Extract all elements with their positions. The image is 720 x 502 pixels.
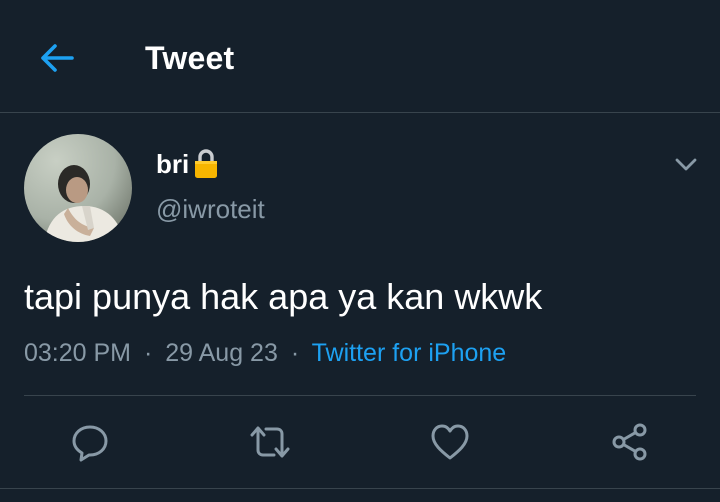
like-button[interactable] — [426, 418, 474, 466]
tweet-source-link[interactable]: Twitter for iPhone — [312, 339, 507, 367]
chevron-down-icon — [675, 158, 697, 171]
tweet-menu-button[interactable] — [670, 148, 702, 180]
divider — [0, 488, 720, 489]
back-button[interactable] — [34, 38, 78, 78]
avatar[interactable] — [24, 134, 132, 242]
arrow-left-icon — [41, 44, 74, 72]
page-title: Tweet — [145, 40, 235, 76]
reply-icon — [72, 425, 108, 462]
share-button[interactable] — [606, 418, 654, 466]
author-display-name[interactable]: bri — [156, 149, 189, 180]
meta-separator: · — [290, 339, 300, 367]
heart-icon — [431, 424, 469, 460]
meta-separator: · — [143, 339, 153, 367]
tweet-text: tapi punya hak apa ya kan wkwk — [24, 276, 543, 317]
retweet-icon — [250, 426, 290, 458]
tweet-actions-bar — [0, 410, 720, 474]
tweet-time: 03:20 PM — [24, 339, 132, 367]
divider — [24, 395, 696, 396]
share-icon — [612, 423, 647, 461]
author-name-row[interactable]: bri — [156, 146, 219, 182]
app-header: Tweet — [0, 0, 720, 113]
retweet-button[interactable] — [246, 418, 294, 466]
author-handle[interactable]: @iwroteit — [156, 192, 265, 226]
reply-button[interactable] — [66, 418, 114, 466]
lock-icon — [195, 149, 218, 178]
tweet-date: 29 Aug 23 — [165, 339, 278, 367]
tweet-meta: 03:20 PM · 29 Aug 23 · Twitter for iPhon… — [24, 336, 506, 370]
